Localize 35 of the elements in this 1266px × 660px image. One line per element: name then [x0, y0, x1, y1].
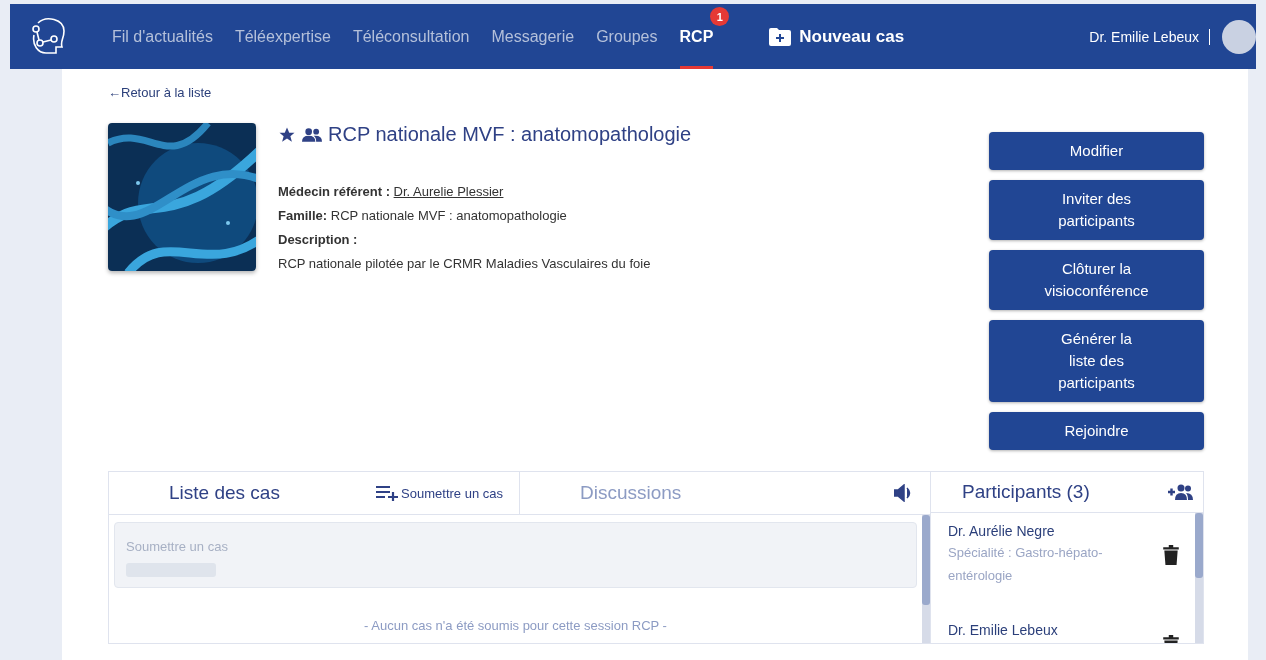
doctor-link[interactable]: Dr. Aurelie Plessier [393, 184, 504, 199]
group-icon [302, 126, 322, 143]
nav-item[interactable]: Groupes [596, 4, 658, 69]
avatar[interactable] [1222, 19, 1256, 54]
submit-case-link[interactable]: Soumettre un cas [376, 485, 503, 501]
action-button[interactable]: Inviter des participants [989, 180, 1204, 240]
new-case-link[interactable]: Nouveau cas [769, 26, 905, 47]
action-button[interactable]: Rejoindre [989, 412, 1204, 450]
participant-specialty: Spécialité : Gastro-hépato-entérologie [948, 544, 1104, 585]
action-button[interactable]: Clôturer la visioconférence [989, 250, 1204, 310]
nav-item[interactable]: Téléconsultation [352, 4, 470, 69]
playlist-add-icon [376, 485, 399, 501]
nav-item[interactable]: Téléexpertise [234, 4, 331, 69]
user-name[interactable]: Dr. Emilie Lebeux [1089, 28, 1210, 45]
trash-icon[interactable] [1163, 545, 1179, 565]
scrollbar[interactable] [922, 515, 930, 643]
info-line: Médecin référent : Dr. Aurelie Plessier [278, 183, 505, 200]
nav-item[interactable]: Messagerie [491, 4, 575, 69]
description-text: RCP nationale pilotée par le CRMR Maladies Vasculaires du foie [278, 255, 652, 272]
participants-title: Participants (3) [962, 481, 1090, 503]
scrollbar[interactable] [1195, 513, 1203, 643]
action-button[interactable]: Générer la liste des participants [989, 320, 1204, 402]
panel-tab[interactable]: Liste des cas [169, 482, 280, 504]
info-line: Description : [278, 231, 359, 248]
nav-item[interactable]: Fil d'actualités [112, 4, 213, 69]
empty-message: - Aucun cas n'a été soumis pour cette session RCP - [363, 618, 668, 633]
participant-name: Dr. Aurélie Negre [948, 523, 1056, 539]
folder-plus-icon [769, 27, 792, 46]
add-person-icon[interactable] [1167, 484, 1193, 500]
back-link[interactable]: ←Retour à la liste [108, 85, 212, 100]
info-line: Famille: RCP nationale MVF : anatomopathologie [278, 207, 568, 224]
rcp-title: RCP nationale MVF : anatomopathologie [328, 123, 692, 146]
participant-name: Dr. Emilie Lebeux [948, 622, 1059, 638]
action-button[interactable]: Modifier [989, 132, 1204, 170]
notification-badge: 1 [710, 7, 730, 26]
